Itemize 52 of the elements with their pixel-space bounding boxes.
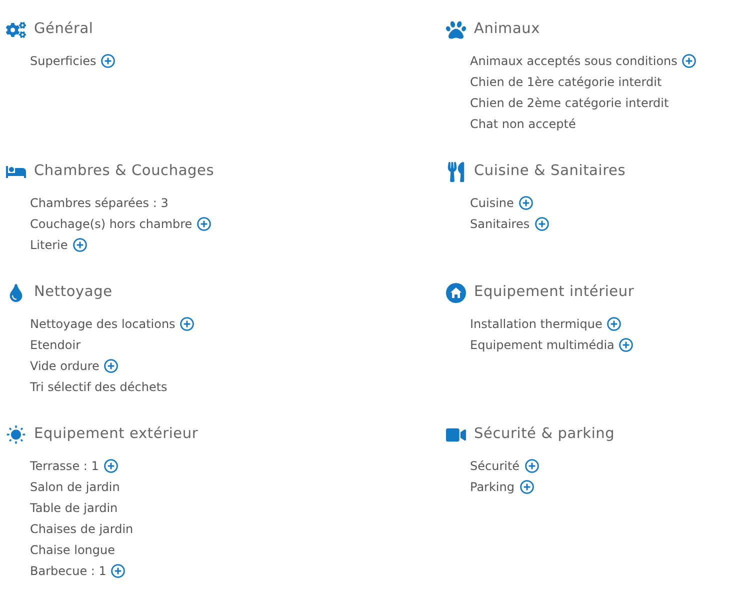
plus-icon[interactable]: [72, 238, 87, 252]
feature-label: Couchage(s) hors chambre: [30, 216, 192, 232]
section-title: Général: [34, 20, 94, 40]
feature-label: Barbecue : 1: [30, 562, 106, 580]
feature-label: Animaux acceptés sous conditions: [470, 52, 678, 70]
section-title: Equipement extérieur: [34, 425, 198, 444]
paw-icon: [446, 20, 466, 40]
feature-label: Vide ordure: [30, 358, 100, 374]
plus-icon[interactable]: [619, 338, 634, 352]
section-title: Animaux: [474, 20, 540, 40]
section-title: Sécurité & parking: [474, 425, 615, 444]
plus-icon[interactable]: [524, 458, 539, 472]
feature-label: Chaise longue: [30, 542, 116, 558]
feature-label: Parking: [470, 478, 514, 496]
gears-icon: [6, 20, 26, 40]
plus-icon[interactable]: [534, 216, 549, 230]
feature-label: Chien de 1ère catégorie interdit: [470, 74, 662, 90]
feature-label: Tri sélectif des déchets: [30, 378, 168, 396]
plus-icon[interactable]: [180, 316, 194, 330]
plus-icon[interactable]: [520, 480, 534, 494]
feature-label: Table de jardin: [30, 500, 118, 516]
section-title: Nettoyage: [34, 283, 112, 302]
feature-label: Chambres séparées : 3: [30, 194, 168, 212]
section-title: Equipement intérieur: [474, 283, 634, 302]
feature-label: Terrasse : 1: [30, 458, 99, 474]
plus-icon[interactable]: [111, 564, 126, 578]
feature-label: Installation thermique: [470, 316, 602, 332]
feature-label: Equipement multimédia: [470, 336, 614, 354]
section-title: Cuisine & Sanitaires: [474, 162, 626, 182]
feature-label: Superficies: [30, 52, 96, 70]
plus-icon[interactable]: [101, 54, 116, 68]
house-icon: [446, 283, 466, 303]
feature-label: Sécurité: [470, 458, 520, 474]
feature-label: Sanitaires: [470, 216, 530, 232]
feature-label: Literie: [30, 236, 68, 254]
sun-icon: [6, 425, 26, 445]
feature-label: Chien de 2ème catégorie interdit: [470, 94, 669, 112]
feature-label: Chat non accepté: [470, 116, 576, 132]
plus-icon[interactable]: [682, 54, 696, 68]
feature-label: Nettoyage des locations: [30, 316, 176, 332]
plus-icon[interactable]: [607, 316, 622, 330]
plus-icon[interactable]: [197, 216, 212, 230]
drop-icon: [8, 284, 24, 302]
plus-icon[interactable]: [104, 358, 118, 372]
cutlery-icon: [446, 162, 466, 182]
plus-icon[interactable]: [104, 458, 118, 472]
feature-label: Chaises de jardin: [30, 520, 134, 538]
feature-label: Cuisine: [470, 194, 514, 212]
plus-icon[interactable]: [518, 196, 533, 210]
section-title: Chambres & Couchages: [34, 162, 214, 182]
feature-label: Salon de jardin: [30, 478, 120, 496]
feature-label: Etendoir: [30, 336, 81, 354]
